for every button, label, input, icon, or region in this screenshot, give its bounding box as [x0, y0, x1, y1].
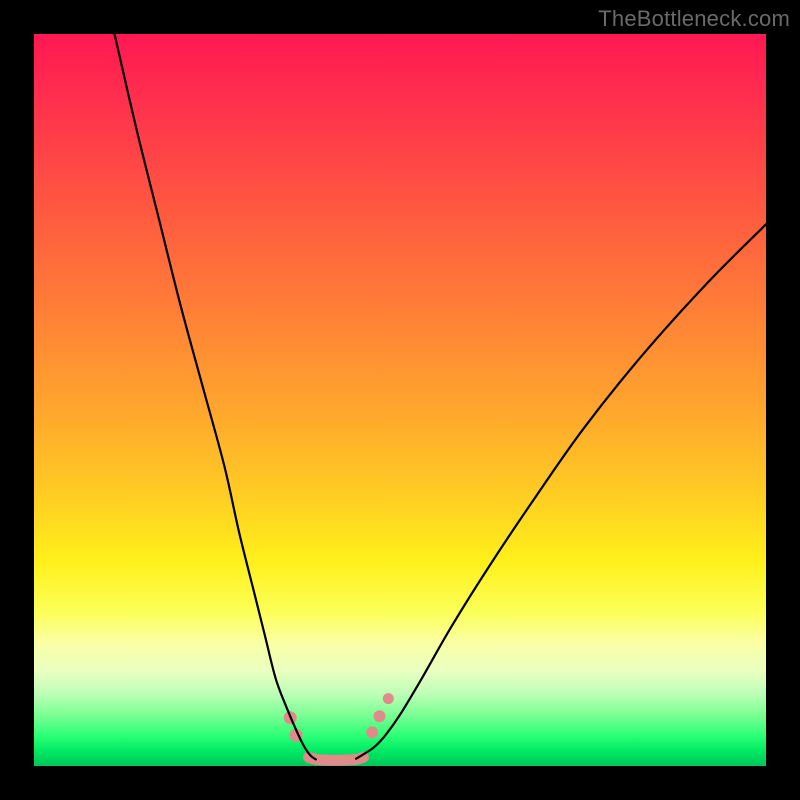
- plot-area: [34, 34, 766, 766]
- series-left-curve: [115, 34, 316, 759]
- marker-right-dot-mid: [374, 710, 386, 722]
- watermark: TheBottleneck.com: [598, 6, 790, 32]
- marker-right-dot-lower: [366, 726, 378, 738]
- chart-overlay: [34, 34, 766, 766]
- series-right-curve: [356, 224, 766, 758]
- marker-right-dot-upper: [383, 693, 394, 704]
- chart-frame: TheBottleneck.com: [0, 0, 800, 800]
